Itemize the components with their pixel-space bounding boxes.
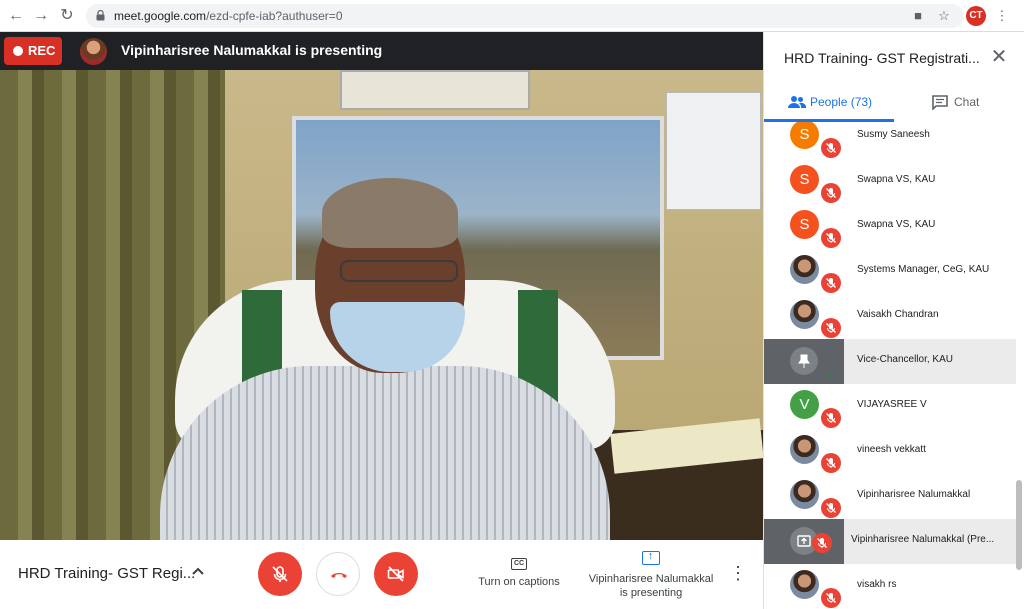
call-controls-bar: HRD Training- GST Regi... CC Turn on cap… [0,540,763,609]
participant-avatar: S [790,210,819,239]
presenting-status-button[interactable]: Vipinharisree Nalumakkal is presenting [582,548,720,604]
hang-up-icon [331,573,347,578]
camera-permission-icon[interactable]: ■ [908,6,928,26]
tab-chat[interactable]: Chat [894,84,1024,122]
participant-name: Vaisakh Chandran [857,309,939,320]
panel-tabs: People (73) Chat [764,84,1024,122]
presentation-video [0,70,763,540]
participant-row[interactable]: S Swapna VS, KAU [764,204,1016,249]
participant-row[interactable]: Vaisakh Chandran [764,294,1016,339]
presenter-label-line2: is presenting [619,587,683,599]
presenting-bar: REC Vipinharisree Nalumakkal is presenti… [0,32,763,70]
leave-call-button[interactable] [316,552,360,596]
participant-avatar [790,480,819,509]
url-host: meet.google.com [114,9,207,23]
panel-title: HRD Training- GST Registrati... [784,50,980,66]
participant-name: VIJAYASREE V [857,399,927,410]
participant-row[interactable]: S Swapna VS, KAU [764,159,1016,204]
participant-row[interactable]: S Susmy Saneesh [764,122,1016,159]
video-person-body [160,366,610,540]
participant-avatar: S [790,122,819,149]
participant-list-scrollbar[interactable] [1016,480,1022,570]
participant-row[interactable]: V VIJAYASREE V [764,384,1016,429]
participant-name: Swapna VS, KAU [857,219,936,230]
mic-off-icon [821,138,841,158]
chrome-menu-icon[interactable]: ⋮ [992,6,1012,26]
captions-label: Turn on captions [478,576,560,588]
participant-row[interactable]: vineesh vekkatt [764,429,1016,474]
chevron-up-icon[interactable] [188,562,208,582]
back-icon[interactable]: ← [6,6,26,26]
recording-badge: REC [4,37,62,65]
participant-name: vineesh vekkatt [857,444,926,455]
participant-row[interactable]: Systems Manager, CeG, KAU [764,249,1016,294]
more-options-icon[interactable]: ⋮ [728,560,748,586]
participant-video-tile [764,519,844,564]
meeting-title[interactable]: HRD Training- GST Regi... [18,565,195,582]
mic-off-icon [821,588,841,608]
present-screen-icon [642,548,660,565]
participant-name: Vipinharisree Nalumakkal (Pre... [851,534,995,545]
video-person-glasses [340,260,458,282]
participant-avatar: S [790,165,819,194]
lock-icon [96,10,105,21]
camera-off-icon [387,566,404,582]
participant-row[interactable]: Vice-Chancellor, KAU [764,339,1016,384]
participant-avatar: V [790,390,819,419]
pin-icon[interactable] [790,347,818,375]
participant-name: Vice-Chancellor, KAU [857,354,953,365]
presenter-avatar [80,38,107,65]
participant-name: Susmy Saneesh [857,129,930,140]
presenting-banner: Vipinharisree Nalumakkal is presenting [121,42,383,58]
participant-row[interactable]: Vipinharisree Nalumakkal (Pre... [764,519,1016,564]
mic-off-icon [821,183,841,203]
video-frame [340,70,530,110]
video-person-hair [322,178,458,248]
participant-list: S Susmy Saneesh S Swapna VS, KAU S Swapna VS,… [764,122,1024,609]
browser-toolbar: ← → ↻ meet.google.com/ezd-cpfe-iab?authu… [0,0,1024,32]
participant-avatar [790,570,819,599]
participant-name: visakh rs [857,579,897,590]
people-panel: HRD Training- GST Registrati... ✕ People… [763,32,1024,609]
mic-off-icon [821,363,841,383]
mic-off-icon [272,566,288,582]
address-bar[interactable]: meet.google.com/ezd-cpfe-iab?authuser=0 [86,4,964,28]
mic-off-icon [821,273,841,293]
participant-row[interactable]: Vipinharisree Nalumakkal [764,474,1016,519]
presenter-label-line1: Vipinharisree Nalumakkal [588,573,714,585]
url-text: meet.google.com/ezd-cpfe-iab?authuser=0 [114,9,343,23]
mic-off-icon [812,533,832,553]
mic-off-icon [821,453,841,473]
mic-off-icon [821,318,841,338]
tab-people[interactable]: People (73) [764,84,894,122]
profile-avatar[interactable]: CT [966,6,986,26]
closed-captions-icon: CC [511,558,527,570]
url-path: /ezd-cpfe-iab?authuser=0 [206,9,343,23]
chat-icon [932,95,948,110]
participant-name: Vipinharisree Nalumakkal [857,489,971,500]
close-icon[interactable]: ✕ [988,46,1010,68]
participant-avatar [790,435,819,464]
mic-off-icon [821,408,841,428]
forward-icon[interactable]: → [31,6,51,26]
mic-off-icon [821,498,841,518]
mic-toggle-button[interactable] [258,552,302,596]
tab-chat-label: Chat [954,95,980,109]
video-calendar [666,92,761,210]
participant-row[interactable]: visakh rs [764,564,1016,609]
participant-name: Systems Manager, CeG, KAU [857,264,990,275]
people-icon [788,96,806,108]
participant-avatar [790,300,819,329]
bookmark-star-icon[interactable]: ☆ [934,6,954,26]
camera-toggle-button[interactable] [374,552,418,596]
captions-button[interactable]: CC Turn on captions [470,552,568,598]
tab-people-label: People (73) [810,95,873,109]
reload-icon[interactable]: ↻ [57,6,77,26]
participant-name: Swapna VS, KAU [857,174,936,185]
participant-avatar [790,255,819,284]
meeting-stage: REC Vipinharisree Nalumakkal is presenti… [0,32,763,609]
mic-off-icon [821,228,841,248]
